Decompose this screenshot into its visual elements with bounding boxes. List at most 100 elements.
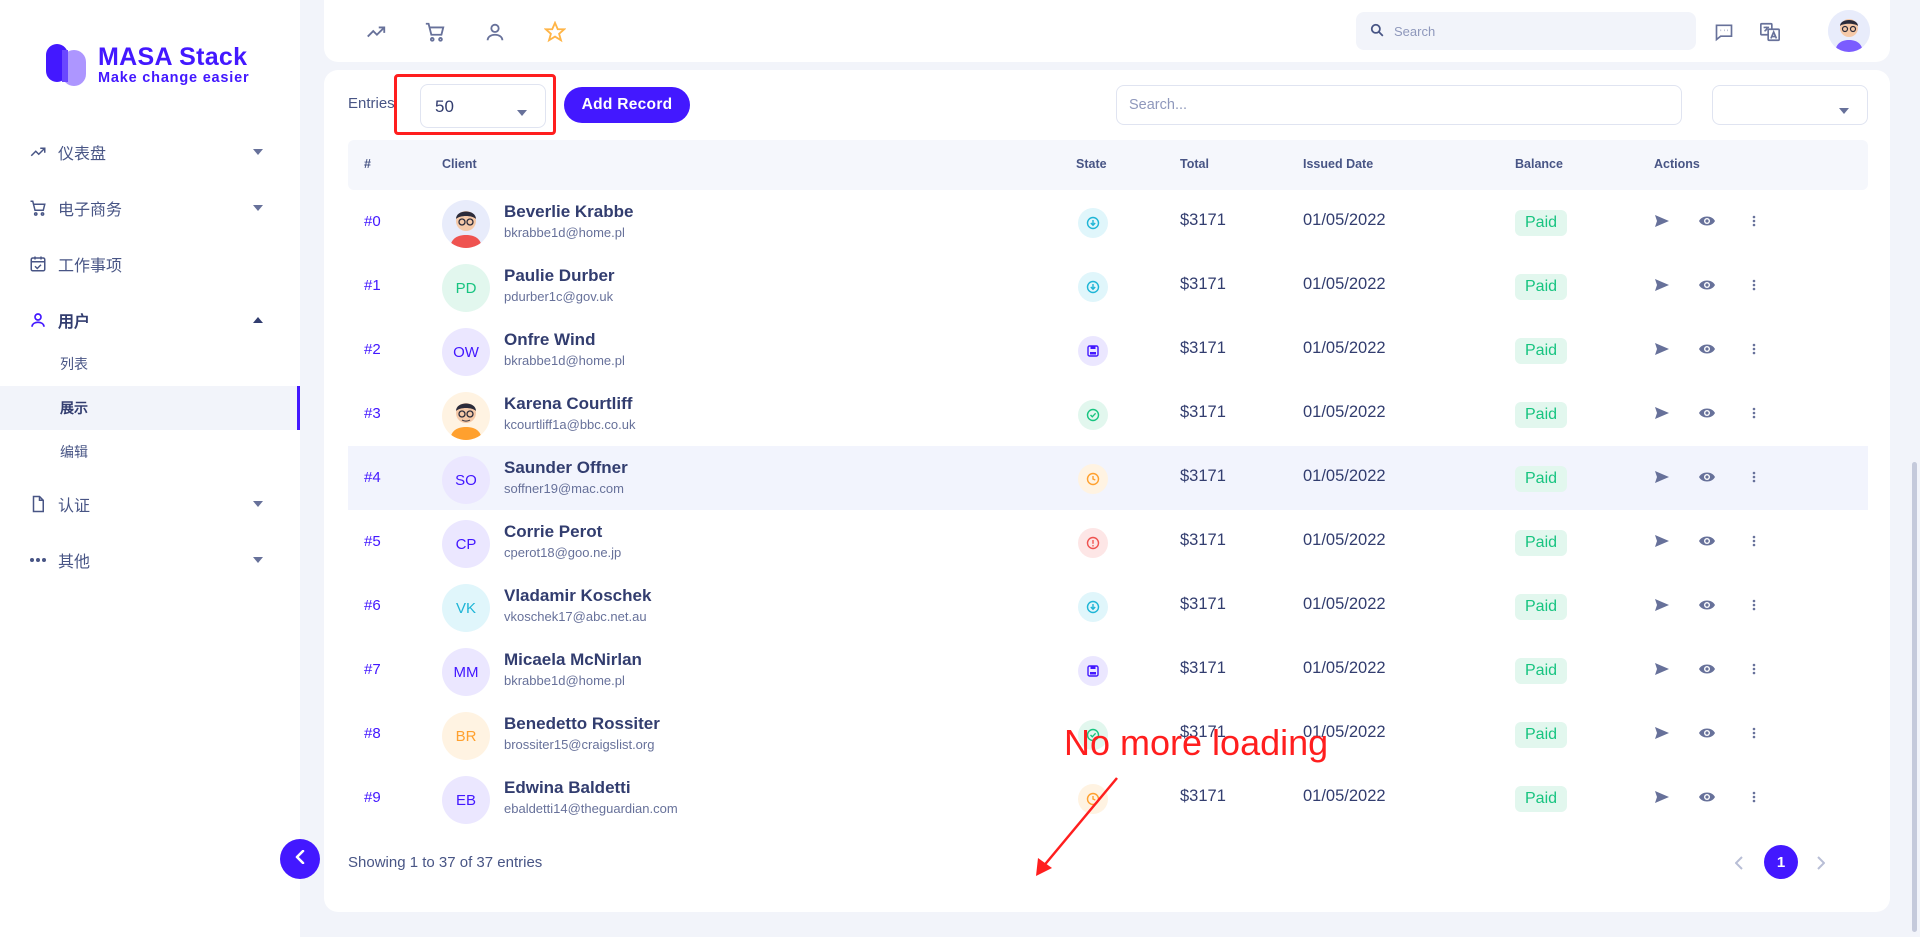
table-row[interactable]: #6 VK Vladamir Koschek vkoschek17@abc.net.a… [348, 574, 1868, 638]
brand-subtitle: Make change easier [98, 70, 250, 86]
sidebar-subitem-label: 展示 [60, 400, 88, 416]
send-icon[interactable] [1654, 534, 1670, 553]
send-icon[interactable] [1654, 278, 1670, 297]
sidebar-subitem-list[interactable]: 列表 [0, 342, 300, 386]
issued-date: 01/05/2022 [1303, 659, 1386, 677]
send-icon[interactable] [1654, 662, 1670, 681]
more-vertical-icon[interactable] [1752, 406, 1756, 425]
client-name: Benedetto Rossiter [504, 714, 660, 733]
invoice-id-link[interactable]: #1 [364, 277, 381, 294]
file-icon [28, 494, 48, 514]
invoice-total: $3171 [1180, 787, 1226, 805]
top-search-input[interactable]: Search [1356, 12, 1696, 50]
clock-icon [1078, 464, 1108, 494]
invoice-id-link[interactable]: #5 [364, 533, 381, 550]
more-vertical-icon[interactable] [1752, 214, 1756, 233]
arrow-down-circle-icon [1078, 592, 1108, 622]
eye-icon[interactable] [1698, 534, 1716, 553]
eye-icon[interactable] [1698, 214, 1716, 233]
table-row[interactable]: #7 MM Micaela McNirlan bkrabbe1d@home.pl $31… [348, 638, 1868, 702]
add-record-button[interactable]: Add Record [564, 87, 690, 123]
send-icon[interactable] [1654, 598, 1670, 617]
pagination-prev-button[interactable] [1724, 848, 1754, 878]
eye-icon[interactable] [1698, 278, 1716, 297]
table-search-input[interactable]: Search... [1116, 85, 1682, 125]
star-icon[interactable] [543, 20, 567, 44]
annotation-arrow [1036, 777, 1118, 876]
client-avatar: OW [442, 328, 490, 376]
translate-icon[interactable] [1758, 20, 1782, 44]
invoice-id-link[interactable]: #3 [364, 405, 381, 422]
client-email: bkrabbe1d@home.pl [504, 673, 625, 688]
eye-icon[interactable] [1698, 790, 1716, 809]
eye-icon[interactable] [1698, 342, 1716, 361]
table-row[interactable]: #2 OW Onfre Wind bkrabbe1d@home.pl $3171 01/0… [348, 318, 1868, 382]
send-icon[interactable] [1654, 470, 1670, 489]
send-icon[interactable] [1654, 790, 1670, 809]
issued-date: 01/05/2022 [1303, 275, 1386, 293]
client-email: bkrabbe1d@home.pl [504, 225, 625, 240]
more-vertical-icon[interactable] [1752, 598, 1756, 617]
sidebar-item-ecommerce[interactable]: 电子商务 [0, 180, 300, 236]
sidebar-item-auth[interactable]: 认证 [0, 476, 300, 532]
more-vertical-icon[interactable] [1752, 534, 1756, 553]
invoice-id-link[interactable]: #9 [364, 789, 381, 806]
table-row[interactable]: #4 SO Saunder Offner soffner19@mac.com $3171… [348, 446, 1868, 510]
collapse-sidebar-button[interactable] [280, 839, 320, 879]
issued-date: 01/05/2022 [1303, 595, 1386, 613]
eye-icon[interactable] [1698, 726, 1716, 745]
pagination-page-button[interactable]: 1 [1764, 845, 1798, 879]
client-avatar [442, 392, 490, 440]
invoice-id-link[interactable]: #6 [364, 597, 381, 614]
header-state: State [1076, 157, 1107, 171]
chevron-down-icon [252, 554, 264, 566]
scrollbar-thumb[interactable] [1912, 462, 1917, 932]
table-row[interactable]: #5 CP Corrie Perot cperot18@goo.ne.jp $3171 0… [348, 510, 1868, 574]
send-icon[interactable] [1654, 406, 1670, 425]
invoice-id-link[interactable]: #7 [364, 661, 381, 678]
eye-icon[interactable] [1698, 470, 1716, 489]
eye-icon[interactable] [1698, 406, 1716, 425]
issued-date: 01/05/2022 [1303, 339, 1386, 357]
sidebar-subitem-edit[interactable]: 编辑 [0, 430, 300, 474]
status-filter-select[interactable] [1712, 85, 1868, 125]
client-email: brossiter15@craigslist.org [504, 737, 655, 752]
entries-select[interactable]: 50 [420, 84, 546, 128]
send-icon[interactable] [1654, 214, 1670, 233]
sidebar-item-label: 用户 [58, 314, 91, 331]
cart-icon[interactable] [423, 20, 447, 44]
send-icon[interactable] [1654, 342, 1670, 361]
invoice-id-link[interactable]: #8 [364, 725, 381, 742]
sidebar-item-users[interactable]: 用户 [0, 292, 300, 348]
issued-date: 01/05/2022 [1303, 403, 1386, 421]
sidebar-subitem-view[interactable]: 展示 [0, 386, 300, 430]
chat-icon[interactable] [1712, 20, 1736, 44]
more-vertical-icon[interactable] [1752, 278, 1756, 297]
table-row[interactable]: #1 PD Paulie Durber pdurber1c@gov.uk $3171 01… [348, 254, 1868, 318]
sidebar-item-label: 其他 [58, 554, 91, 571]
pagination-next-button[interactable] [1806, 848, 1836, 878]
sidebar-item-other[interactable]: 其他 [0, 532, 300, 588]
invoice-id-link[interactable]: #4 [364, 469, 381, 486]
more-vertical-icon[interactable] [1752, 790, 1756, 809]
invoice-id-link[interactable]: #2 [364, 341, 381, 358]
client-email: kcourtliff1a@bbc.co.uk [504, 417, 636, 432]
user-icon[interactable] [483, 20, 507, 44]
sidebar-item-dashboard[interactable]: 仪表盘 [0, 124, 300, 180]
send-icon[interactable] [1654, 726, 1670, 745]
more-vertical-icon[interactable] [1752, 662, 1756, 681]
trending-up-icon[interactable] [364, 20, 388, 44]
eye-icon[interactable] [1698, 598, 1716, 617]
brand-logo[interactable]: MASA Stack Make change easier [46, 44, 249, 86]
more-vertical-icon[interactable] [1752, 726, 1756, 745]
invoice-id-link[interactable]: #0 [364, 213, 381, 230]
table-row[interactable]: #0 Beverlie Krabbe bkrabbe1d@home.pl $3171 0… [348, 190, 1868, 254]
more-vertical-icon[interactable] [1752, 342, 1756, 361]
more-vertical-icon[interactable] [1752, 470, 1756, 489]
user-avatar[interactable] [1828, 10, 1870, 52]
balance-badge: Paid [1515, 658, 1568, 684]
header-total: Total [1180, 157, 1209, 171]
eye-icon[interactable] [1698, 662, 1716, 681]
table-row[interactable]: #3 Karena Courtliff kcourtliff1a@bbc.co.uk… [348, 382, 1868, 446]
sidebar-item-tasks[interactable]: 工作事项 [0, 236, 300, 292]
